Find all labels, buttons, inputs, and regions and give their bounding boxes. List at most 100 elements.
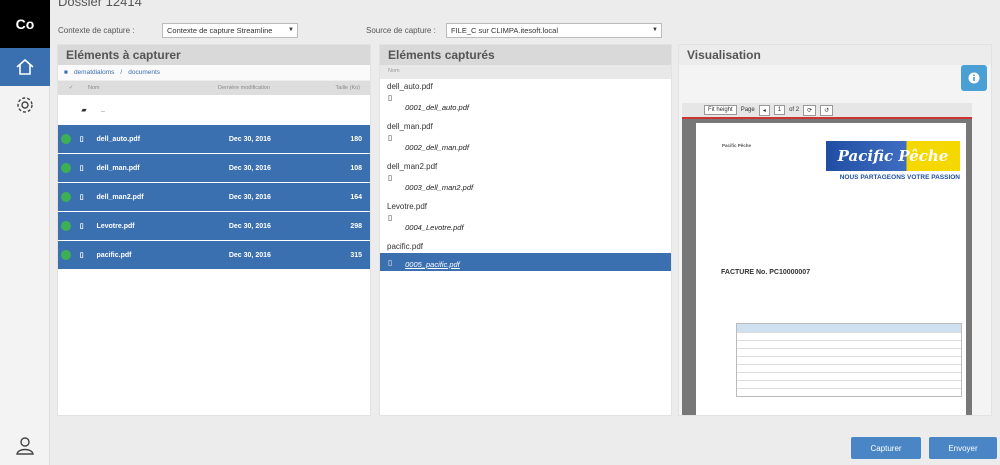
- prev-page-button[interactable]: ◂: [758, 104, 770, 116]
- settings-button[interactable]: [0, 86, 50, 124]
- file-icon: ▯: [79, 194, 84, 201]
- brand-logo: Pacific Pêche: [826, 141, 960, 171]
- col-size[interactable]: Taille (Ko): [304, 85, 368, 91]
- sender-name: Pacific Pêche: [722, 143, 752, 148]
- chevron-down-icon: ▼: [288, 26, 294, 33]
- capture-context-row: Contexte de capture : Contexte de captur…: [58, 22, 662, 38]
- file-icon: ▯: [79, 165, 84, 172]
- rotate-button[interactable]: ↺: [820, 104, 834, 116]
- item-label: 0002_dell_man.pdf: [405, 143, 469, 152]
- select-all-checkbox[interactable]: ✓: [58, 85, 84, 91]
- list-item[interactable]: ▯ 0001_dell_auto.pdf: [380, 93, 671, 119]
- app-window: Co Dossier 12414 Contexte de capture : C…: [0, 0, 1000, 465]
- file-name: pacific.pdf: [96, 251, 132, 259]
- status-indicator: [61, 134, 71, 144]
- file-icon: ▯: [79, 136, 84, 143]
- context-select[interactable]: Contexte de capture Streamline ▼: [162, 22, 298, 38]
- file-size: 108: [350, 164, 362, 172]
- source-select-value: FILE_C sur CLIMPA.itesoft.local: [451, 25, 558, 35]
- group-label: pacific.pdf: [387, 242, 424, 251]
- file-icon: ▯: [388, 173, 393, 182]
- file-size: 315: [350, 251, 362, 259]
- home-icon[interactable]: ■: [64, 69, 68, 76]
- file-icon: ▯: [388, 213, 393, 222]
- item-label: 0003_dell_man2.pdf: [405, 183, 474, 192]
- list-item[interactable]: ▯ 0004_Levotre.pdf: [380, 213, 671, 239]
- file-icon: ▯: [388, 133, 393, 142]
- table-row[interactable]: ▯ Levotre.pdf Dec 30, 2016 298: [58, 211, 370, 240]
- info-button[interactable]: [961, 65, 987, 91]
- col-name[interactable]: Nom: [84, 85, 184, 91]
- page-title: Dossier 12414: [58, 0, 142, 9]
- table-row[interactable]: ▯ dell_auto.pdf Dec 30, 2016 180: [58, 124, 370, 153]
- breadcrumb: ■ dematdialoms / documents: [58, 65, 370, 81]
- user-button[interactable]: [0, 435, 50, 457]
- group-label: dell_man.pdf: [387, 122, 433, 131]
- viewer-toolbar: Fit height Page ◂ 1 of 2 ⟳ ↺: [682, 103, 972, 119]
- file-name: Levotre.pdf: [96, 222, 135, 230]
- page-label: Page: [740, 107, 755, 113]
- list-item[interactable]: ▯ 0002_dell_man.pdf: [380, 133, 671, 159]
- status-indicator: [61, 221, 71, 231]
- brand-slogan: NOUS PARTAGEONS VOTRE PASSION: [839, 174, 960, 181]
- invoice-number: FACTURE No. PC10000007: [721, 269, 811, 276]
- panel-title: Eléments capturés: [380, 45, 671, 65]
- pdf-viewer: Fit height Page ◂ 1 of 2 ⟳ ↺ Pacific Pêc…: [682, 103, 972, 415]
- source-label: Source de capture :: [366, 25, 436, 35]
- group-label: Levotre.pdf: [387, 202, 428, 211]
- items-to-capture-panel: Eléments à capturer ■ dematdialoms / doc…: [57, 44, 371, 416]
- context-select-value: Contexte de capture Streamline: [167, 25, 273, 35]
- status-indicator: [61, 163, 71, 173]
- captured-items-panel: Eléments capturés Nom dell_auto.pdf ▯ 0001…: [379, 44, 672, 416]
- file-date: Dec 30, 2016: [228, 135, 271, 143]
- app-logo: Co: [0, 0, 50, 48]
- file-icon: ▯: [79, 223, 84, 230]
- info-icon: [968, 72, 980, 84]
- home-icon: [16, 58, 34, 75]
- breadcrumb-item[interactable]: dematdialoms: [74, 69, 114, 76]
- chevron-down-icon: ▼: [652, 26, 658, 33]
- file-date: Dec 30, 2016: [228, 251, 271, 259]
- pdf-page: Pacific Pêche Pacific Pêche NOUS PARTAGE…: [696, 123, 966, 415]
- send-button[interactable]: Envoyer: [929, 437, 997, 459]
- file-name: dell_man2.pdf: [96, 193, 144, 201]
- file-icon: ▯: [388, 257, 393, 267]
- item-label: 0001_dell_auto.pdf: [405, 103, 469, 112]
- home-button[interactable]: [0, 48, 50, 86]
- table-header: ✓ Nom Dernière modification Taille (Ko): [58, 81, 370, 95]
- visualisation-panel: Visualisation Fit height Page ◂ 1 of 2 ⟳…: [678, 44, 992, 416]
- item-label: 0004_Levotre.pdf: [405, 223, 464, 232]
- group-label: dell_man2.pdf: [387, 162, 438, 171]
- file-icon: ▯: [388, 93, 393, 102]
- file-size: 164: [350, 193, 362, 201]
- folder-icon: ▰: [81, 107, 87, 114]
- status-indicator: [61, 250, 71, 260]
- context-label: Contexte de capture :: [58, 25, 135, 35]
- page-input[interactable]: 1: [773, 105, 786, 115]
- file-icon: ▯: [79, 252, 84, 259]
- panel-title: Visualisation: [679, 45, 991, 65]
- left-rail: Co: [0, 0, 50, 465]
- gear-icon: [17, 97, 33, 113]
- user-icon: [16, 437, 34, 455]
- file-size: 298: [350, 222, 362, 230]
- item-label: 0005_pacific.pdf: [405, 260, 460, 269]
- col-date[interactable]: Dernière modification: [184, 85, 304, 91]
- zoom-select[interactable]: Fit height: [704, 105, 737, 115]
- status-indicator: [61, 192, 71, 202]
- parent-folder-row[interactable]: ▰ ..: [58, 95, 370, 124]
- capture-button[interactable]: Capturer: [851, 437, 921, 459]
- refresh-button[interactable]: ⟳: [803, 104, 817, 116]
- list-item[interactable]: ▯ 0005_pacific.pdf: [380, 253, 671, 271]
- file-date: Dec 30, 2016: [228, 164, 271, 172]
- panel-title: Eléments à capturer: [58, 45, 370, 65]
- table-row[interactable]: ▯ pacific.pdf Dec 30, 2016 315: [58, 240, 370, 269]
- list-item[interactable]: ▯ 0003_dell_man2.pdf: [380, 173, 671, 199]
- table-row[interactable]: ▯ dell_man2.pdf Dec 30, 2016 164: [58, 182, 370, 211]
- source-select[interactable]: FILE_C sur CLIMPA.itesoft.local ▼: [446, 22, 662, 38]
- invoice-table: [736, 323, 962, 397]
- table-row[interactable]: ▯ dell_man.pdf Dec 30, 2016 108: [58, 153, 370, 182]
- col-name: Nom: [380, 65, 671, 79]
- page-total: of 2: [789, 107, 800, 113]
- breadcrumb-item[interactable]: documents: [128, 69, 160, 76]
